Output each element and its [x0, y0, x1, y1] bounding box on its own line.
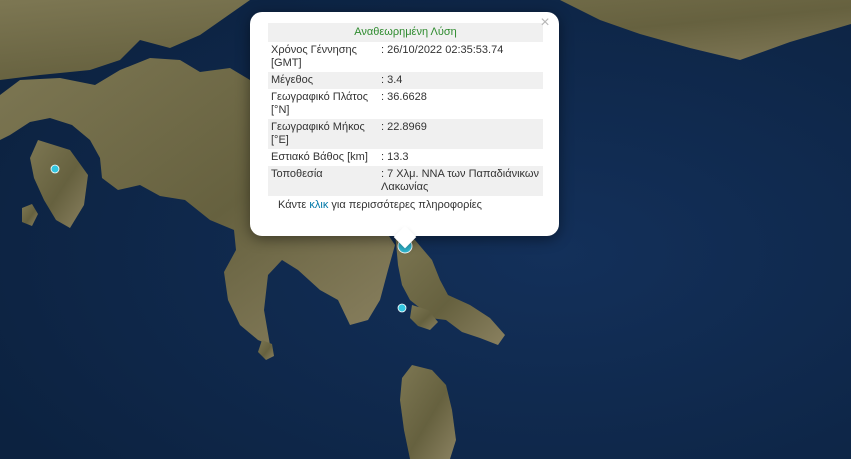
location-label: Τοποθεσία [268, 166, 378, 196]
latitude-label: Γεωγραφικό Πλάτος [°N] [271, 91, 369, 116]
earthquake-marker-south[interactable] [397, 303, 407, 313]
more-info-link[interactable]: κλικ [309, 199, 328, 211]
location-value: : 7 Χλμ. ΝΝΑ των Παπαδιάνικων Λακωνίας [378, 166, 543, 196]
earthquake-marker-west[interactable] [50, 164, 60, 174]
close-icon[interactable]: × [537, 15, 553, 31]
origin-time-label: Χρόνος Γέννησης [GMT] [271, 44, 357, 69]
magnitude-value: : 3.4 [378, 72, 543, 89]
earthquake-details-table: Αναθεωρημένη Λύση Χρόνος Γέννησης [GMT] … [268, 23, 543, 196]
magnitude-label: Μέγεθος [268, 72, 378, 89]
longitude-label: Γεωγραφικό Μήκος [°E] [268, 119, 378, 149]
depth-value: : 13.3 [381, 151, 409, 163]
longitude-value: : 22.8969 [378, 119, 543, 149]
popup-title: Αναθεωρημένη Λύση [268, 23, 543, 42]
more-info-text: Κάντε κλικ για περισσότερες πληροφορίες [268, 199, 541, 211]
more-info-prefix: Κάντε [278, 199, 310, 211]
more-info-suffix: για περισσότερες πληροφορίες [328, 199, 482, 211]
earthquake-info-popup: × Αναθεωρημένη Λύση Χρόνος Γέννησης [GMT… [250, 12, 559, 249]
latitude-value: : 36.6628 [381, 91, 427, 103]
origin-time-value: : 26/10/2022 02:35:53.74 [381, 44, 504, 56]
depth-label: Εστιακό Βάθος [km] [271, 151, 368, 163]
